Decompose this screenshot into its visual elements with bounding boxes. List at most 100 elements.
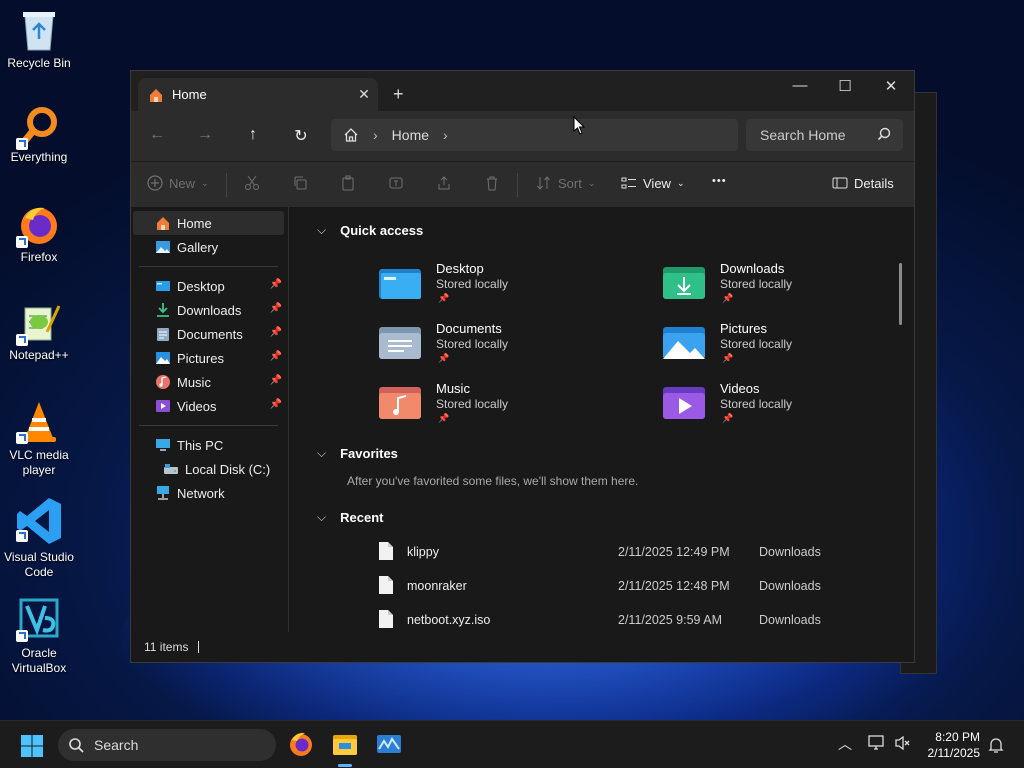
pin-icon[interactable]: 📌 <box>270 351 282 362</box>
recent-row[interactable]: klippy 2/11/2025 12:49 PM Downloads <box>377 541 897 563</box>
new-button[interactable]: New ⌄ <box>147 175 209 191</box>
tab-title: Home <box>172 87 207 102</box>
taskbar-file-explorer[interactable] <box>329 729 361 767</box>
system-clock[interactable]: 8:20 PM 2/11/2025 <box>908 729 981 761</box>
recent-header[interactable]: ⌵ Recent <box>317 510 383 525</box>
section-title: Recent <box>340 510 384 525</box>
music-icon <box>156 375 170 389</box>
details-button[interactable]: Details <box>832 175 894 191</box>
recent-location: Downloads <box>759 613 821 627</box>
recent-location: Downloads <box>759 545 821 559</box>
breadcrumb-chevron-icon[interactable]: › <box>373 127 378 143</box>
quick-access-header[interactable]: ⌵ Quick access <box>317 223 423 238</box>
search-icon <box>877 127 891 141</box>
pin-icon[interactable]: 📌 <box>270 399 282 410</box>
recent-row[interactable]: moonraker 2/11/2025 12:48 PM Downloads <box>377 575 897 597</box>
sidebar-item-downloads[interactable]: Downloads 📌 <box>131 298 288 322</box>
sidebar-item-label: Home <box>177 215 212 231</box>
sidebar-item-videos[interactable]: Videos 📌 <box>131 394 288 418</box>
documents-folder-icon <box>379 327 421 359</box>
file-explorer-window[interactable]: Home ✕ + — ☐ ✕ ← → ↑ ↻ › Home › Search H… <box>130 70 915 663</box>
more-options-button[interactable]: ••• <box>712 175 727 187</box>
qa-status: Stored locally <box>436 397 509 411</box>
firefox-icon <box>290 732 312 756</box>
taskbar-firefox[interactable] <box>285 729 317 761</box>
refresh-button[interactable]: ↻ <box>291 126 311 146</box>
taskbar: Search ︿ 8:20 PM 2/11/2025 <box>0 720 1024 768</box>
pictures-folder-icon <box>663 327 705 359</box>
desktop-icon-notepadpp[interactable]: Notepad++ <box>2 302 76 363</box>
pin-icon[interactable]: 📌 <box>270 279 282 290</box>
tab-home[interactable]: Home ✕ <box>138 78 378 111</box>
sort-button[interactable]: Sort ⌄ <box>536 175 595 191</box>
sidebar-item-pictures[interactable]: Pictures 📌 <box>131 346 288 370</box>
favorites-header[interactable]: ⌵ Favorites <box>317 446 398 461</box>
quick-access-music[interactable]: Music Stored locally 📌 <box>378 381 608 437</box>
new-tab-button[interactable]: + <box>393 84 404 105</box>
address-bar[interactable]: › Home › <box>331 119 738 151</box>
desktop-icon-vlc[interactable]: VLC media player <box>2 400 76 478</box>
sidebar-item-label: Network <box>177 485 225 501</box>
pin-icon[interactable]: 📌 <box>270 303 282 314</box>
sidebar-item-home[interactable]: Home <box>133 211 284 235</box>
sidebar-item-gallery[interactable]: Gallery <box>131 235 288 259</box>
cut-icon[interactable] <box>244 175 260 191</box>
recent-name: moonraker <box>407 579 467 593</box>
sidebar-item-music[interactable]: Music 📌 <box>131 370 288 394</box>
recent-row[interactable]: netboot.xyz.iso 2/11/2025 9:59 AM Downlo… <box>377 609 897 631</box>
chevron-down-icon[interactable]: ⌵ <box>317 446 326 461</box>
desktop-icon-recycle-bin[interactable]: Recycle Bin <box>2 8 76 71</box>
minimize-button[interactable]: — <box>777 77 823 94</box>
copy-icon[interactable] <box>292 175 308 191</box>
qa-name: Desktop <box>436 261 484 276</box>
desktop-icon-everything[interactable]: Everything <box>2 106 76 165</box>
command-bar: New ⌄ Sort ⌄ View ⌄ ••• Details <box>131 161 914 207</box>
sidebar-divider <box>139 425 278 426</box>
share-icon[interactable] <box>436 175 452 191</box>
chevron-down-icon[interactable]: ⌵ <box>317 510 326 525</box>
up-button[interactable]: ↑ <box>243 126 263 146</box>
qa-status: Stored locally <box>720 337 793 351</box>
sidebar-item-documents[interactable]: Documents 📌 <box>131 322 288 346</box>
quick-access-documents[interactable]: Documents Stored locally 📌 <box>378 321 608 377</box>
breadcrumb-chevron-icon[interactable]: › <box>443 127 448 143</box>
sidebar-item-this-pc[interactable]: This PC <box>131 433 288 457</box>
qa-status: Stored locally <box>436 337 509 351</box>
rename-icon[interactable] <box>388 175 404 191</box>
sidebar-item-network[interactable]: Network <box>131 481 288 505</box>
content-pane[interactable]: ⌵ Quick access Desktop Stored locally 📌 … <box>289 207 914 632</box>
quick-access-pictures[interactable]: Pictures Stored locally 📌 <box>662 321 892 377</box>
paste-icon[interactable] <box>340 175 356 191</box>
pin-icon[interactable]: 📌 <box>270 375 282 386</box>
quick-access-videos[interactable]: Videos Stored locally 📌 <box>662 381 892 437</box>
taskbar-app-monitor[interactable] <box>373 729 405 761</box>
back-button[interactable]: ← <box>147 126 167 146</box>
desktop-icon-label: Recycle Bin <box>7 56 71 70</box>
desktop-folder-icon <box>156 281 170 291</box>
desktop-icon-virtualbox[interactable]: Oracle VirtualBox <box>2 596 76 676</box>
search-box[interactable]: Search Home <box>746 119 903 151</box>
sidebar-item-desktop[interactable]: Desktop 📌 <box>131 274 288 298</box>
title-bar[interactable]: Home ✕ + — ☐ ✕ <box>131 71 914 111</box>
breadcrumb-home[interactable]: Home <box>392 127 429 143</box>
chevron-down-icon[interactable]: ⌵ <box>317 223 326 238</box>
maximize-button[interactable]: ☐ <box>822 77 868 95</box>
delete-icon[interactable] <box>484 175 500 191</box>
chevron-up-icon[interactable]: ︿ <box>838 734 852 754</box>
forward-button[interactable]: → <box>195 126 215 146</box>
view-button[interactable]: View ⌄ <box>621 175 685 191</box>
tab-close-icon[interactable]: ✕ <box>350 86 378 103</box>
desktop-icon-vscode[interactable]: Visual Studio Code <box>2 496 76 580</box>
desktop-icon-firefox[interactable]: Firefox <box>2 204 76 265</box>
close-button[interactable]: ✕ <box>868 77 914 95</box>
quick-access-desktop[interactable]: Desktop Stored locally 📌 <box>378 261 608 317</box>
vertical-scrollbar[interactable] <box>899 263 902 325</box>
windows-start-icon[interactable] <box>20 734 44 758</box>
pin-icon[interactable]: 📌 <box>270 327 282 338</box>
network-tray-icon[interactable] <box>868 734 886 752</box>
sidebar-item-local-disk[interactable]: Local Disk (C:) <box>131 457 288 481</box>
taskbar-search[interactable]: Search <box>58 729 276 761</box>
quick-access-downloads[interactable]: Downloads Stored locally 📌 <box>662 261 892 317</box>
navigation-pane[interactable]: Home Gallery Desktop 📌 Downloads 📌 Docum… <box>131 207 289 632</box>
notification-bell-icon[interactable] <box>988 736 1004 754</box>
